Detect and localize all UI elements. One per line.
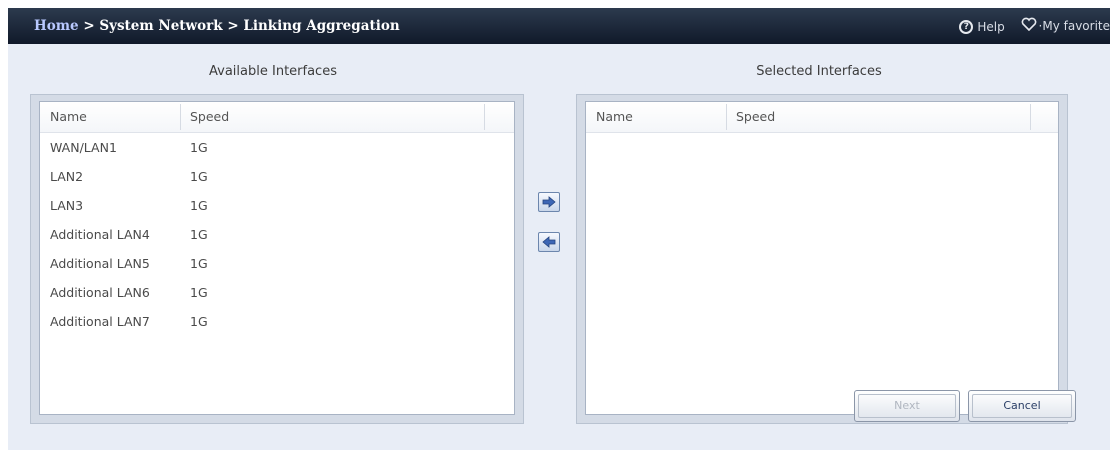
table-row[interactable]: LAN2 1G [40, 162, 514, 191]
interface-name: Additional LAN7 [50, 314, 150, 329]
interface-name: Additional LAN5 [50, 256, 150, 271]
breadcrumb-current-page: Linking Aggregation [243, 18, 400, 34]
column-divider [726, 104, 727, 130]
move-left-button[interactable] [538, 232, 560, 252]
breadcrumb-system-network[interactable]: System Network [99, 18, 222, 34]
my-favorite-link[interactable]: ·My favorite [1021, 8, 1110, 45]
cancel-button-label: Cancel [972, 394, 1072, 418]
column-header-speed[interactable]: Speed [190, 102, 229, 132]
interface-speed: 1G [190, 256, 208, 271]
available-interfaces-grid: Name Speed WAN/LAN1 1G LAN2 1G LAN3 1G A… [39, 101, 515, 415]
available-interfaces-panel: Name Speed WAN/LAN1 1G LAN2 1G LAN3 1G A… [30, 94, 524, 424]
interface-speed: 1G [190, 140, 208, 155]
breadcrumb: Home > System Network > Linking Aggregat… [34, 8, 400, 44]
column-divider [1030, 104, 1031, 130]
column-divider [484, 104, 485, 130]
selected-grid-header: Name Speed [586, 102, 1058, 133]
arrow-left-icon [542, 236, 556, 248]
heart-icon [1021, 9, 1037, 45]
title-bar: Home > System Network > Linking Aggregat… [8, 8, 1110, 44]
arrow-right-icon [542, 196, 556, 208]
main-content: Available Interfaces Selected Interfaces… [8, 44, 1110, 450]
interface-speed: 1G [190, 198, 208, 213]
next-button-label: Next [858, 394, 956, 418]
favorite-label: My favorite [1042, 19, 1110, 34]
interface-name: Additional LAN4 [50, 227, 150, 242]
column-header-name[interactable]: Name [50, 102, 87, 132]
interface-speed: 1G [190, 314, 208, 329]
move-right-button[interactable] [538, 192, 560, 212]
help-label: Help [977, 19, 1005, 34]
table-row[interactable]: Additional LAN6 1G [40, 278, 514, 307]
interface-name: WAN/LAN1 [50, 140, 117, 155]
table-row[interactable]: Additional LAN4 1G [40, 220, 514, 249]
selected-interfaces-grid: Name Speed [585, 101, 1059, 415]
table-row[interactable]: Additional LAN5 1G [40, 249, 514, 278]
selected-interfaces-title: Selected Interfaces [756, 64, 882, 79]
table-row[interactable]: LAN3 1G [40, 191, 514, 220]
header-actions: ? Help ·My favorite [947, 8, 1110, 44]
interface-name: Additional LAN6 [50, 285, 150, 300]
interface-speed: 1G [190, 169, 208, 184]
breadcrumb-home[interactable]: Home [34, 18, 79, 34]
interface-name: LAN2 [50, 169, 84, 184]
breadcrumb-separator: > [222, 18, 244, 34]
cancel-button[interactable]: Cancel [968, 390, 1076, 422]
column-divider [180, 104, 181, 130]
available-grid-header: Name Speed [40, 102, 514, 133]
table-row[interactable]: WAN/LAN1 1G [40, 133, 514, 162]
column-header-speed[interactable]: Speed [736, 102, 775, 132]
available-interfaces-title: Available Interfaces [209, 64, 337, 79]
question-circle-icon: ? [959, 20, 974, 34]
column-header-name[interactable]: Name [596, 102, 633, 132]
table-row[interactable]: Additional LAN7 1G [40, 307, 514, 336]
breadcrumb-separator: > [78, 18, 100, 34]
interface-speed: 1G [190, 227, 208, 242]
selected-interfaces-panel: Name Speed [576, 94, 1068, 424]
interface-speed: 1G [190, 285, 208, 300]
help-link[interactable]: ? Help [959, 9, 1005, 45]
interface-name: LAN3 [50, 198, 84, 213]
next-button[interactable]: Next [854, 390, 960, 422]
